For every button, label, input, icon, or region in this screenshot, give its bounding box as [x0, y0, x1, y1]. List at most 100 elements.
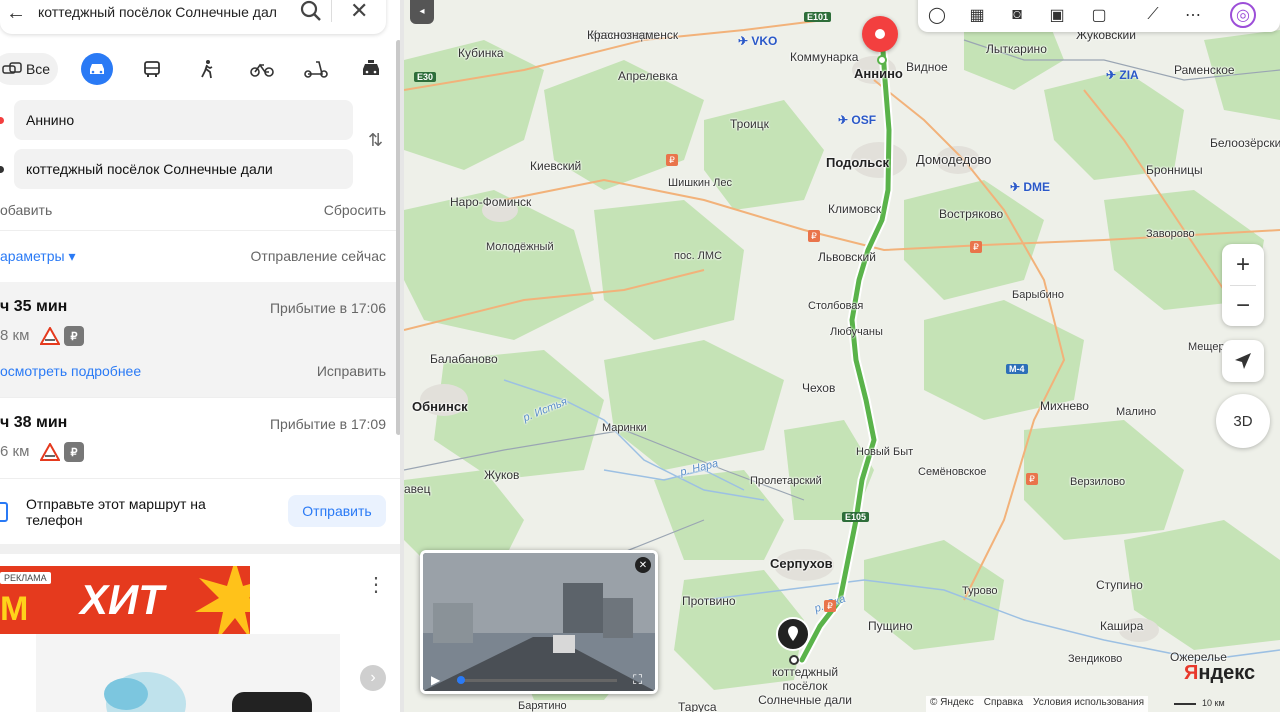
assistant-icon[interactable]: ◎: [1230, 2, 1256, 28]
mode-all-label: Все: [25, 61, 51, 77]
toggle-3d-button[interactable]: 3D: [1216, 394, 1270, 448]
mode-taxi-button[interactable]: [356, 53, 386, 85]
fullscreen-icon[interactable]: ⛶: [633, 672, 642, 688]
map-label: Коммунарка: [790, 50, 859, 64]
mode-all-button[interactable]: Все: [0, 53, 58, 85]
map-book-icon[interactable]: ▦: [964, 2, 990, 28]
scale-label: 10 км: [1202, 698, 1225, 708]
transit-bus-icon[interactable]: ▣: [1044, 2, 1070, 28]
toll-marker-icon: ₽: [1026, 473, 1038, 485]
reset-link[interactable]: Сбросить: [324, 202, 386, 218]
zoom-out-button[interactable]: −: [1222, 285, 1264, 326]
map-label: Заворово: [1146, 228, 1195, 240]
bike-icon: [250, 63, 274, 77]
ad-product-image[interactable]: [36, 634, 340, 712]
mode-bike-button[interactable]: [247, 53, 277, 85]
departure-time[interactable]: Отправление сейчас: [251, 248, 386, 264]
map-label-city: Подольск: [826, 155, 889, 170]
advertisement[interactable]: РЕКЛАМА M ХИТ: [0, 566, 340, 712]
route-edit-link[interactable]: Исправить: [317, 363, 386, 379]
points-actions-row: обавить Сбросить: [0, 202, 386, 218]
route-start-pin-icon[interactable]: [862, 16, 898, 52]
map-label: авец: [404, 482, 431, 496]
map-label: Троицк: [730, 117, 769, 131]
zoom-in-button[interactable]: +: [1222, 244, 1264, 285]
search-icon[interactable]: [298, 0, 324, 24]
airport-code: OSF: [851, 113, 877, 127]
route-point-a-field[interactable]: Аннино: [14, 100, 353, 140]
ad-next-arrow-icon[interactable]: ›: [360, 665, 386, 691]
mode-scooter-button[interactable]: [301, 53, 331, 85]
scale-bar: [1174, 703, 1196, 705]
highway-shield: E30: [414, 72, 437, 82]
my-location-button[interactable]: [1222, 340, 1264, 382]
ruler-icon[interactable]: ⟋: [1140, 2, 1166, 28]
params-dropdown[interactable]: араметры ▾: [0, 248, 75, 264]
map-label: Апрелевка: [618, 69, 678, 83]
collapse-panel-button[interactable]: ◂: [410, 0, 434, 24]
map-label: Семёновское: [918, 466, 987, 478]
video-close-icon[interactable]: ✕: [635, 557, 651, 573]
map[interactable]: Красногорск Краснознаменск Коммунарка Лы…: [404, 0, 1280, 712]
transport-modes: Все: [0, 50, 400, 90]
swap-points-icon[interactable]: ⇅: [368, 130, 383, 151]
send-button[interactable]: Отправить: [288, 495, 386, 527]
map-label: Наро-Фоминск: [450, 195, 532, 209]
route-option-2[interactable]: ч 38 мин Прибытие в 17:09 6 км ₽: [0, 398, 396, 478]
add-point-link[interactable]: обавить: [0, 202, 52, 218]
mode-walk-button[interactable]: [192, 53, 222, 85]
route-point-b-field[interactable]: коттеджный посёлок Солнечные дали: [14, 149, 353, 189]
search-input[interactable]: коттеджный посёлок Солнечные дал: [38, 4, 290, 20]
map-label: Балабаново: [430, 352, 498, 366]
route-duration: ч 38 мин: [0, 414, 68, 431]
terms-link[interactable]: Условия использования: [1033, 697, 1144, 711]
yandex-logo[interactable]: Яндекс: [1184, 662, 1255, 685]
back-arrow-icon[interactable]: ←: [6, 2, 26, 25]
ad-more-icon[interactable]: ⋮: [366, 572, 386, 597]
map-label: Раменское: [1174, 63, 1235, 77]
map-label: Кубинка: [458, 46, 504, 60]
route-panel: ← коттеджный посёлок Солнечные дал ✕ Все: [0, 0, 400, 712]
video-player[interactable]: ▶ ⛶ ✕: [420, 550, 658, 694]
close-icon[interactable]: ✕: [350, 0, 368, 24]
route-arrival: Прибытие в 17:06: [269, 300, 386, 316]
map-label-city: Серпухов: [770, 556, 833, 571]
route-details-link[interactable]: осмотреть подробнее: [0, 363, 141, 379]
route-option-1[interactable]: ч 35 мин Прибытие в 17:06 8 км ₽ осмотре…: [0, 282, 396, 397]
toll-marker-icon: ₽: [666, 154, 678, 166]
layers-icon[interactable]: ◯: [924, 2, 950, 28]
mode-bus-button[interactable]: [137, 53, 167, 85]
airport-label: ✈ DME: [1010, 180, 1051, 194]
route-distance: 8 км: [0, 327, 30, 344]
route-distance: 6 км: [0, 443, 30, 460]
map-label: Чехов: [802, 381, 836, 395]
airport-label: ✈ OSF: [838, 113, 877, 127]
toll-marker-icon: ₽: [824, 600, 836, 612]
help-link[interactable]: Справка: [984, 697, 1023, 711]
map-label: Мещер: [1188, 341, 1225, 353]
toggle-3d-label: 3D: [1233, 412, 1253, 430]
panorama-camera-icon[interactable]: ◙: [1004, 2, 1030, 28]
video-progress-thumb[interactable]: [457, 676, 465, 684]
highway-shield: E101: [804, 12, 832, 22]
map-toolbar: ◯ ▦ ◙ ▣ ▢ ⟋ ⋯ ◎: [918, 0, 1280, 32]
map-label: Домодедово: [916, 152, 992, 167]
airport-label: ✈ ZIA: [1106, 68, 1139, 82]
map-label: Пущино: [868, 619, 913, 633]
map-label: Барыбино: [1012, 289, 1064, 301]
map-label: Любучаны: [830, 326, 883, 338]
mode-car-button[interactable]: [81, 53, 113, 85]
ad-banner[interactable]: РЕКЛАМА M ХИТ: [0, 566, 250, 634]
destination-label: коттеджный посёлок Солнечные дали: [758, 665, 852, 707]
ad-label: РЕКЛАМА: [0, 572, 51, 584]
phone-icon: [0, 502, 8, 522]
traffic-layer-icon[interactable]: ▢: [1086, 2, 1112, 28]
route-duration: ч 35 мин: [0, 298, 68, 315]
route-end-pin-icon[interactable]: [776, 617, 810, 651]
video-progress-track[interactable]: [457, 679, 617, 682]
play-icon[interactable]: ▶: [431, 673, 440, 687]
more-options-icon[interactable]: ⋯: [1180, 2, 1206, 28]
point-b-marker-icon: [0, 166, 4, 173]
divider: [331, 0, 332, 22]
map-label: Барятино: [518, 700, 567, 712]
